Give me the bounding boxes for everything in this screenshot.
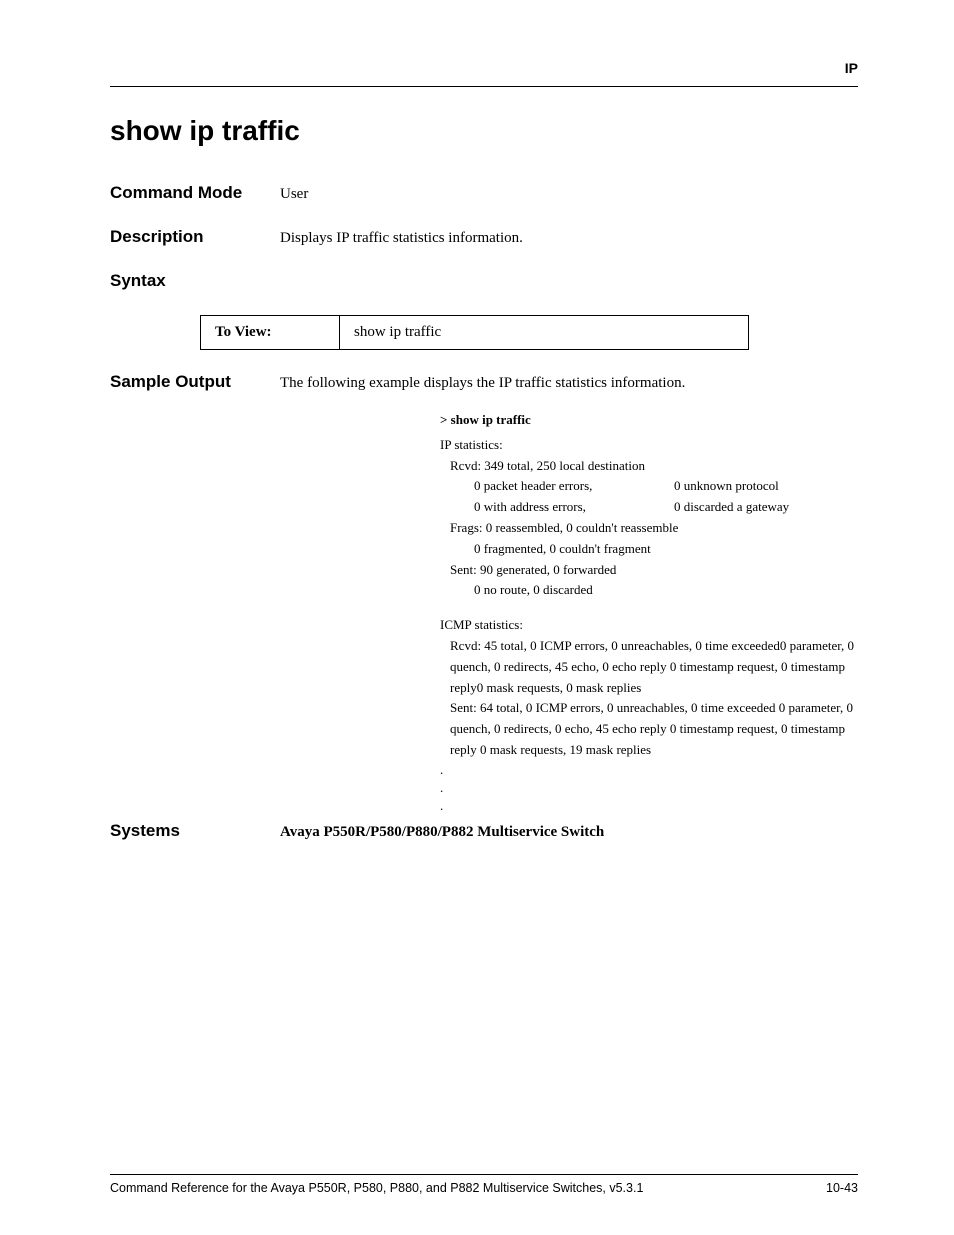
page-footer: Command Reference for the Avaya P550R, P… <box>110 1174 858 1195</box>
description-value: Displays IP traffic statistics informati… <box>280 230 523 247</box>
sample-output-intro: The following example displays the IP tr… <box>280 375 685 392</box>
syntax-table: To View: show ip traffic <box>200 315 858 350</box>
ip-rcvd-detail1: 0 packet header errors, 0 unknown protoc… <box>474 476 858 497</box>
address-errors: 0 with address errors, <box>474 497 674 518</box>
discarded-gateway: 0 discarded a gateway <box>674 497 789 518</box>
systems-row: Systems Avaya P550R/P580/P880/P882 Multi… <box>110 821 858 841</box>
command-mode-row: Command Mode User <box>110 183 858 203</box>
top-rule <box>110 86 858 87</box>
syntax-table-left: To View: <box>201 316 340 350</box>
ellipsis-dot-2: . <box>440 779 858 797</box>
systems-value: Avaya P550R/P580/P880/P882 Multiservice … <box>280 824 604 841</box>
description-label: Description <box>110 227 280 247</box>
sample-output-label: Sample Output <box>110 372 280 392</box>
ip-rcvd: Rcvd: 349 total, 250 local destination <box>450 456 858 477</box>
pkt-header-errors: 0 packet header errors, <box>474 476 674 497</box>
systems-label: Systems <box>110 821 280 841</box>
footer-rule <box>110 1174 858 1175</box>
footer-doc-title: Command Reference for the Avaya P550R, P… <box>110 1181 643 1195</box>
ellipsis-dot-1: . <box>440 761 858 779</box>
page-title: show ip traffic <box>110 115 858 147</box>
unknown-protocol: 0 unknown protocol <box>674 476 779 497</box>
sample-output-row: Sample Output The following example disp… <box>110 372 858 392</box>
ip-frags-detail: 0 fragmented, 0 couldn't fragment <box>474 539 858 560</box>
ellipsis-dot-3: . <box>440 797 858 815</box>
syntax-table-right: show ip traffic <box>340 316 749 350</box>
ip-statistics-header: IP statistics: <box>440 435 858 456</box>
ip-rcvd-detail2: 0 with address errors, 0 discarded a gat… <box>474 497 858 518</box>
command-mode-label: Command Mode <box>110 183 280 203</box>
description-row: Description Displays IP traffic statisti… <box>110 227 858 247</box>
sample-prompt: > show ip traffic <box>440 410 858 431</box>
syntax-label: Syntax <box>110 271 280 291</box>
icmp-rcvd: Rcvd: 45 total, 0 ICMP errors, 0 unreach… <box>450 636 858 698</box>
icmp-statistics-header: ICMP statistics: <box>440 615 858 636</box>
footer-page-number: 10-43 <box>826 1181 858 1195</box>
ip-sent-detail: 0 no route, 0 discarded <box>474 580 858 601</box>
command-mode-value: User <box>280 186 308 203</box>
sample-output-block: > show ip traffic IP statistics: Rcvd: 3… <box>440 410 858 815</box>
icmp-sent: Sent: 64 total, 0 ICMP errors, 0 unreach… <box>450 698 858 760</box>
ip-frags: Frags: 0 reassembled, 0 couldn't reassem… <box>450 518 858 539</box>
chapter-label: IP <box>110 60 858 76</box>
syntax-row: Syntax <box>110 271 858 291</box>
ip-sent: Sent: 90 generated, 0 forwarded <box>450 560 858 581</box>
